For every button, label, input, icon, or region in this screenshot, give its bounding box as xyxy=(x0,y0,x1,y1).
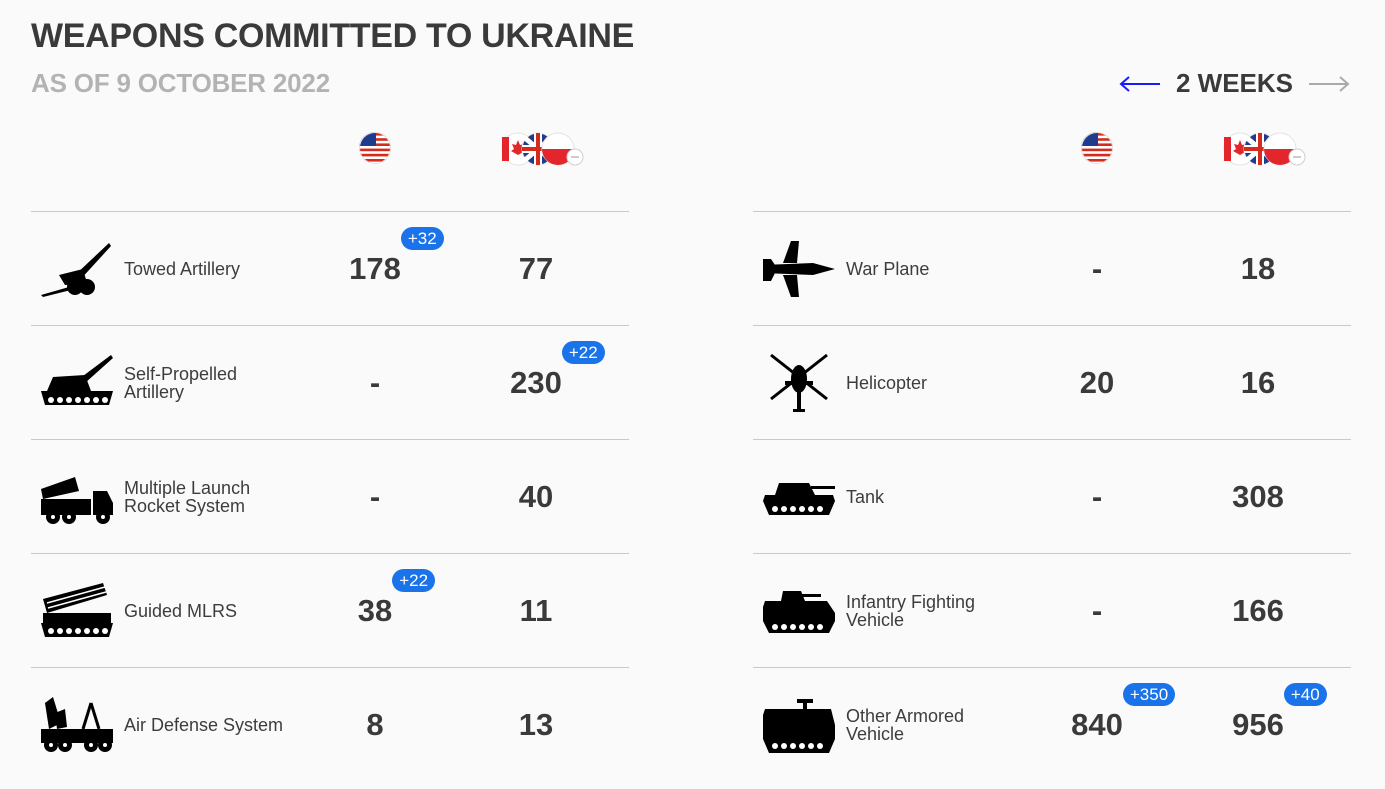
right-panel: War Plane - 18 Helicopter 20 16 Tank - 3… xyxy=(753,125,1351,781)
allies-count: 77 xyxy=(466,212,606,325)
allies-count: 18 xyxy=(1188,212,1328,325)
allies-value: 308 xyxy=(1232,478,1284,514)
allies-value: 230 xyxy=(510,364,562,400)
weapon-row: Tank - 308 xyxy=(753,440,1351,554)
us-count: - xyxy=(1027,554,1167,667)
flag-header xyxy=(753,125,1351,212)
war-plane-icon xyxy=(763,241,835,297)
weapon-name: Air Defense System xyxy=(124,714,284,735)
page-subtitle: AS OF 9 OCTOBER 2022 xyxy=(31,68,330,98)
canada-uk-poland-flags-icon xyxy=(1223,132,1306,166)
page-title: WEAPONS COMMITTED TO UKRAINE xyxy=(31,17,634,55)
us-count: - xyxy=(1027,440,1167,553)
weapon-row: Towed Artillery 178 +32 77 xyxy=(31,212,629,326)
change-badge: +32 xyxy=(400,226,444,250)
us-flag-icon xyxy=(1081,132,1113,164)
canada-uk-poland-flags-icon xyxy=(501,132,584,166)
air-defense-icon xyxy=(41,697,113,752)
us-count: 8 xyxy=(305,668,445,781)
flag-header xyxy=(31,125,629,212)
us-flag-icon xyxy=(359,132,391,164)
allies-count: 308 xyxy=(1188,440,1328,553)
allies-value: 18 xyxy=(1240,250,1276,286)
us-value: 8 xyxy=(366,706,384,742)
time-navigator: 2 WEEKS xyxy=(1118,68,1351,99)
weapon-name: Self-Propelled Artillery xyxy=(124,363,238,402)
us-count: 178 +32 xyxy=(305,212,445,325)
tank-icon xyxy=(763,483,835,515)
weapon-name: Infantry Fighting Vehicle xyxy=(846,591,976,630)
us-value: - xyxy=(1091,250,1103,286)
allies-count: 40 xyxy=(466,440,606,553)
allies-count: 16 xyxy=(1188,326,1328,439)
weapon-row: Other Armored Vehicle 840 +350 956 +40 xyxy=(753,668,1351,781)
allies-count: 230 +22 xyxy=(466,326,606,439)
allies-value: 11 xyxy=(519,592,553,628)
weapon-name: Multiple Launch Rocket System xyxy=(124,477,251,516)
weapon-row: Infantry Fighting Vehicle - 166 xyxy=(753,554,1351,668)
weapon-name: Guided MLRS xyxy=(124,600,238,621)
weapon-name: Tank xyxy=(846,486,885,507)
us-value: 38 xyxy=(357,592,393,628)
weapon-name: Helicopter xyxy=(846,372,928,393)
us-count: - xyxy=(1027,212,1167,325)
arrow-right-icon[interactable] xyxy=(1307,74,1351,94)
us-count: - xyxy=(305,440,445,553)
allies-count: 956 +40 xyxy=(1188,668,1328,781)
weapon-row: Air Defense System 8 13 xyxy=(31,668,629,781)
time-range-label: 2 WEEKS xyxy=(1175,68,1293,98)
allies-count: 11 xyxy=(466,554,606,667)
us-value: 840 xyxy=(1071,706,1123,742)
us-count: 840 +350 xyxy=(1027,668,1176,781)
left-panel: Towed Artillery 178 +32 77 Self-Propelled… xyxy=(31,125,629,781)
change-badge: +22 xyxy=(392,568,436,592)
self-propelled-artillery-icon xyxy=(41,355,113,405)
weapon-row: Helicopter 20 16 xyxy=(753,326,1351,440)
change-badge: +22 xyxy=(561,340,605,364)
allies-value: 16 xyxy=(1240,364,1276,400)
weapon-row: Guided MLRS 38 +22 11 xyxy=(31,554,629,668)
change-badge: +40 xyxy=(1283,682,1327,706)
allies-value: 77 xyxy=(518,250,554,286)
weapon-name: War Plane xyxy=(846,258,930,279)
change-badge: +350 xyxy=(1122,682,1176,706)
mlrs-icon xyxy=(41,477,113,524)
us-count: - xyxy=(305,326,445,439)
ifv-icon xyxy=(763,591,835,633)
allies-count: 166 xyxy=(1188,554,1328,667)
weapon-row: War Plane - 18 xyxy=(753,212,1351,326)
helicopter-icon xyxy=(770,353,828,412)
us-count: 20 xyxy=(1027,326,1167,439)
us-count: 38 +22 xyxy=(305,554,445,667)
us-value: - xyxy=(369,478,381,514)
weapon-row: Multiple Launch Rocket System - 40 xyxy=(31,440,629,554)
armored-vehicle-icon xyxy=(763,699,835,753)
allies-value: 40 xyxy=(518,478,554,514)
weapon-name: Towed Artillery xyxy=(124,258,241,279)
weapon-name: Other Armored Vehicle xyxy=(846,705,965,744)
allies-count: 13 xyxy=(466,668,606,781)
us-value: - xyxy=(369,364,381,400)
us-value: - xyxy=(1091,592,1103,628)
us-value: 20 xyxy=(1079,364,1115,400)
allies-value: 956 xyxy=(1232,706,1284,742)
guided-mlrs-icon xyxy=(41,583,113,637)
arrow-left-icon[interactable] xyxy=(1118,74,1162,94)
towed-artillery-icon xyxy=(41,243,111,297)
allies-value: 13 xyxy=(518,706,554,742)
weapon-row: Self-Propelled Artillery - 230 +22 xyxy=(31,326,629,440)
allies-value: 166 xyxy=(1232,592,1284,628)
us-value: 178 xyxy=(349,250,401,286)
us-value: - xyxy=(1091,478,1103,514)
